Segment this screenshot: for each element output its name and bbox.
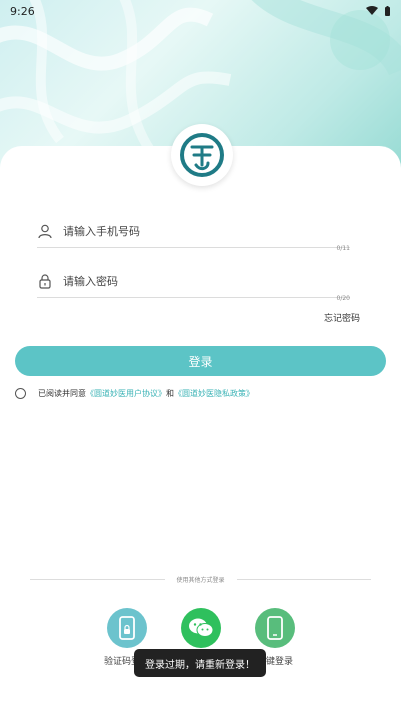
forgot-password-link[interactable]: 忘记密码 (324, 311, 360, 324)
phone-input[interactable] (61, 219, 345, 243)
status-time: 9:26 (10, 4, 35, 18)
privacy-policy-link[interactable]: 《圆道妙医隐私政策》 (174, 388, 254, 399)
session-expired-toast: 登录过期，请重新登录！ (134, 649, 266, 677)
status-bar: 9:26 (0, 0, 401, 22)
login-button[interactable]: 登录 (15, 346, 386, 376)
app-logo (171, 124, 233, 186)
agreement-row: 已阅读并同意 《圆道妙医用户协议》 和 《圆道妙医隐私政策》 (15, 388, 254, 399)
user-icon (38, 224, 52, 239)
wifi-icon (366, 6, 378, 15)
user-agreement-link[interactable]: 《圆道妙医用户协议》 (86, 388, 166, 399)
phone-field: 0/11 (37, 219, 350, 252)
logo-icon (180, 133, 224, 177)
battery-icon (385, 5, 390, 16)
agreement-prefix: 已阅读并同意 (38, 389, 86, 398)
password-char-counter: 0/20 (336, 295, 350, 302)
mobile-phone-icon (267, 616, 283, 640)
oneclick-login-button[interactable] (255, 608, 295, 648)
password-field: 0/20 (37, 269, 350, 302)
password-input[interactable] (61, 269, 345, 293)
wechat-icon (189, 618, 214, 637)
sms-login-button[interactable] (107, 608, 147, 648)
agreement-and: 和 (166, 389, 174, 398)
phone-char-counter: 0/11 (336, 245, 350, 252)
phone-code-icon (119, 616, 135, 640)
agreement-radio[interactable] (15, 388, 26, 399)
wechat-login-button[interactable] (181, 608, 221, 648)
other-login-text: 使用其他方式登录 (176, 576, 225, 584)
lock-icon (39, 274, 51, 289)
other-login-divider: 使用其他方式登录 (30, 573, 372, 585)
